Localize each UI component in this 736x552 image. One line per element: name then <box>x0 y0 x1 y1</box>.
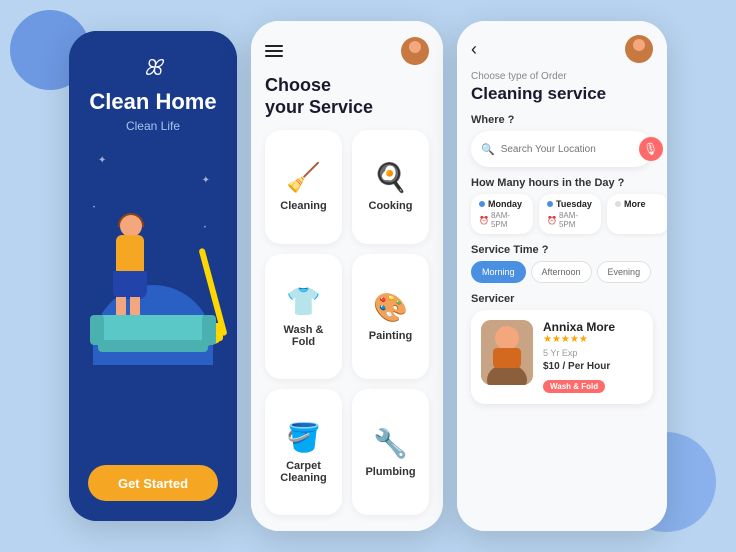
hamburger-line <box>265 55 283 57</box>
splash-screen: ꕤ Clean Home Clean Life ✦ ✦ • • <box>69 31 237 521</box>
time-label: Service Time ? <box>471 244 653 256</box>
choose-service-screen: Chooseyour Service 🧹 Cleaning 🍳 Cooking … <box>251 21 443 531</box>
servicer-card[interactable]: Annixa More ★★★★★ 5 Yr Exp $10 / Per Hou… <box>471 310 653 404</box>
servicer-name: Annixa More <box>543 320 643 334</box>
service-card-carpet-cleaning[interactable]: 🪣 Carpet Cleaning <box>265 389 342 515</box>
service-label-plumbing: Plumbing <box>365 466 415 478</box>
location-input[interactable] <box>501 144 633 155</box>
time-buttons: MorningAfternoonEvening <box>471 261 653 283</box>
location-input-wrap: 🔍 🎙 <box>471 131 653 167</box>
servicer-rate: $10 / Per Hour <box>543 361 643 372</box>
splash-title: Clean Home <box>89 89 216 115</box>
girl-skirt <box>113 271 147 299</box>
service-icon-plumbing: 🔧 <box>373 427 408 460</box>
sofa-base <box>98 340 208 352</box>
service-label-painting: Painting <box>369 330 412 342</box>
sofa-arm-right <box>202 315 216 345</box>
service-card-cooking[interactable]: 🍳 Cooking <box>352 130 429 244</box>
mic-button[interactable]: 🎙 <box>639 137 663 161</box>
splash-subtitle: Clean Life <box>126 119 180 133</box>
where-label: Where ? <box>471 114 653 126</box>
get-started-button[interactable]: Get Started <box>88 465 218 501</box>
service-card-wash-fold[interactable]: 👕 Wash & Fold <box>265 254 342 380</box>
star-deco: • <box>204 225 206 231</box>
service-card-cleaning[interactable]: 🧹 Cleaning <box>265 130 342 244</box>
servicer-photo <box>481 320 533 385</box>
screens-container: ꕤ Clean Home Clean Life ✦ ✦ • • <box>0 0 736 552</box>
service-card-painting[interactable]: 🎨 Painting <box>352 254 429 380</box>
servicer-info: Annixa More ★★★★★ 5 Yr Exp $10 / Per Hou… <box>543 320 643 394</box>
hours-label: How Many hours in the Day ? <box>471 177 653 189</box>
girl-body <box>116 235 144 275</box>
search-icon: 🔍 <box>481 143 495 156</box>
service-icon-painting: 🎨 <box>373 291 408 324</box>
choose-service-title: Chooseyour Service <box>265 75 429 118</box>
servicer-stars: ★★★★★ <box>543 334 643 345</box>
hours-chips: Monday ⏰8AM-5PM Tuesday ⏰8AM-5PM More <box>471 194 653 234</box>
splash-illustration: ✦ ✦ • • <box>88 145 218 365</box>
order-title: Cleaning service <box>471 84 653 104</box>
app-logo: ꕤ <box>144 55 162 81</box>
star-deco: ✦ <box>98 155 106 166</box>
servicer-exp: 5 Yr Exp <box>543 348 643 358</box>
service-label-cooking: Cooking <box>369 200 413 212</box>
hours-chip-tuesday[interactable]: Tuesday ⏰8AM-5PM <box>539 194 601 234</box>
order-screen: ‹ Choose type of Order Cleaning service … <box>457 21 667 531</box>
hours-chip-monday[interactable]: Monday ⏰8AM-5PM <box>471 194 533 234</box>
time-section: Service Time ? MorningAfternoonEvening <box>471 244 653 283</box>
sofa-arm-left <box>90 315 104 345</box>
service-screen-header <box>265 37 429 65</box>
star-deco: • <box>93 205 95 211</box>
user-avatar-order[interactable] <box>625 35 653 63</box>
servicer-section: Servicer Annixa More ★★★★★ 5 Yr Exp <box>471 293 653 404</box>
services-grid: 🧹 Cleaning 🍳 Cooking 👕 Wash & Fold 🎨 Pai… <box>265 130 429 515</box>
order-type-label: Choose type of Order <box>471 71 653 82</box>
order-screen-header: ‹ <box>471 35 653 63</box>
service-icon-carpet-cleaning: 🪣 <box>286 421 321 454</box>
hamburger-line <box>265 50 283 52</box>
sofa <box>98 315 208 355</box>
service-label-wash-fold: Wash & Fold <box>273 324 334 348</box>
service-label-carpet-cleaning: Carpet Cleaning <box>273 460 334 484</box>
back-button[interactable]: ‹ <box>471 39 477 60</box>
hamburger-menu[interactable] <box>265 45 283 57</box>
time-btn-morning[interactable]: Morning <box>471 261 526 283</box>
user-avatar[interactable] <box>401 37 429 65</box>
service-label-cleaning: Cleaning <box>280 200 326 212</box>
service-card-plumbing[interactable]: 🔧 Plumbing <box>352 389 429 515</box>
hours-chip-more[interactable]: More <box>607 194 667 234</box>
hamburger-line <box>265 45 283 47</box>
time-btn-afternoon[interactable]: Afternoon <box>531 261 592 283</box>
servicer-label: Servicer <box>471 293 653 305</box>
service-icon-wash-fold: 👕 <box>286 285 321 318</box>
service-icon-cleaning: 🧹 <box>286 161 321 194</box>
time-btn-evening[interactable]: Evening <box>597 261 652 283</box>
sofa-body <box>98 315 208 340</box>
service-tag: Wash & Fold <box>543 380 605 393</box>
service-icon-cooking: 🍳 <box>373 161 408 194</box>
girl-head <box>120 215 142 237</box>
hours-section: How Many hours in the Day ? Monday ⏰8AM-… <box>471 177 653 234</box>
star-deco: ✦ <box>202 175 210 186</box>
